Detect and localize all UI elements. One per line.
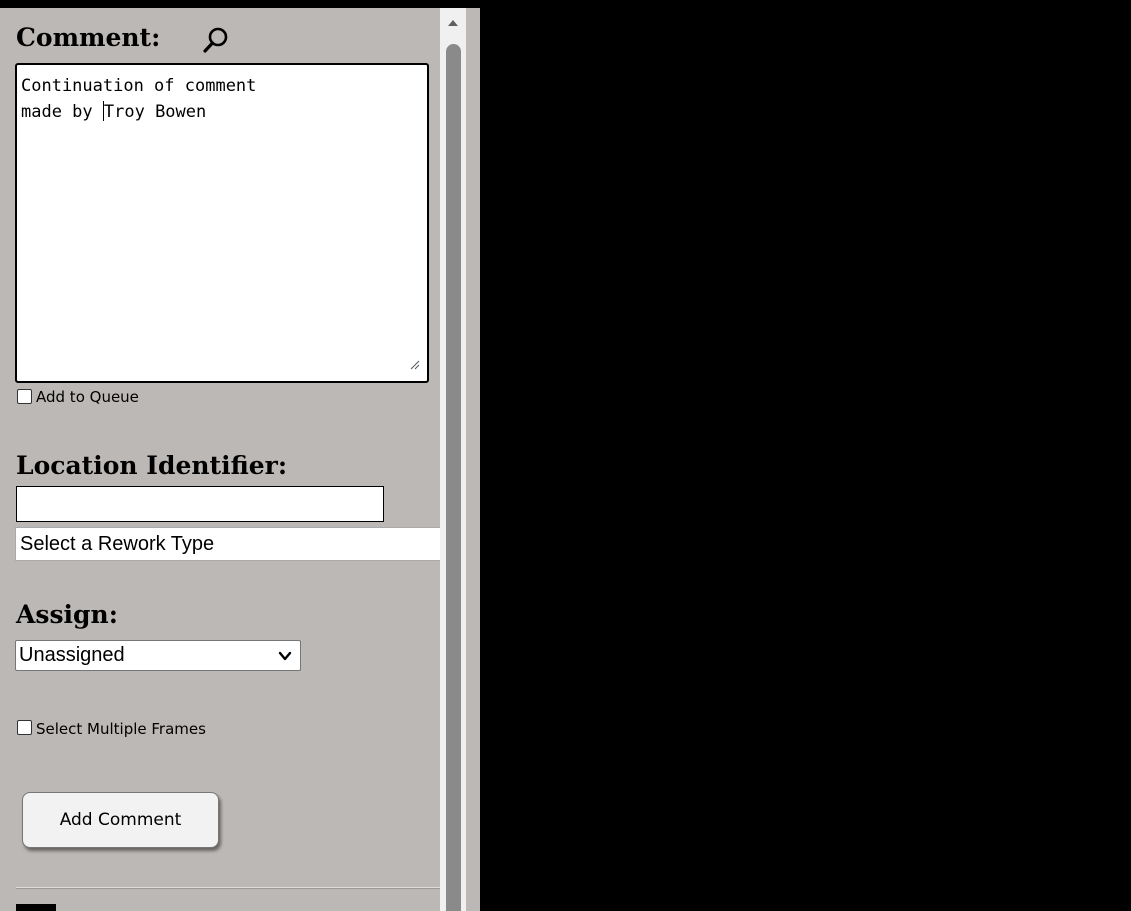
scroll-up-arrow-icon[interactable] [448, 20, 458, 26]
location-identifier-input[interactable] [16, 486, 384, 522]
location-identifier-heading: Location Identifier: [16, 451, 288, 480]
add-to-queue-label[interactable]: Add to Queue [36, 388, 139, 406]
chevron-down-icon [278, 651, 292, 661]
comment-textarea[interactable]: Continuation of comment made by Troy Bow… [15, 63, 429, 383]
comment-heading: Comment: [16, 23, 161, 52]
assign-select[interactable]: Unassigned [15, 640, 301, 671]
clipped-heading-glyphs [16, 904, 56, 911]
select-multiple-frames-label[interactable]: Select Multiple Frames [36, 720, 206, 738]
section-divider [16, 887, 440, 889]
pane-splitter[interactable] [466, 8, 480, 911]
add-comment-button[interactable]: Add Comment [22, 792, 219, 848]
rework-type-select[interactable]: Select a Rework Type [15, 527, 445, 561]
clipped-next-heading [16, 897, 64, 911]
assign-selected-value: Unassigned [19, 644, 125, 666]
add-to-queue-checkbox[interactable] [17, 389, 32, 404]
select-multiple-frames-checkbox[interactable] [17, 720, 32, 735]
image-viewer[interactable] [480, 0, 1131, 911]
page: Comment: Continuation of comment made by… [0, 0, 1131, 911]
assign-heading: Assign: [16, 600, 118, 629]
resize-grip-icon[interactable] [410, 360, 420, 370]
scrollbar-thumb[interactable] [446, 44, 461, 911]
search-icon[interactable] [202, 26, 230, 54]
comment-text-after-caret: Troy Bowen [103, 102, 207, 122]
